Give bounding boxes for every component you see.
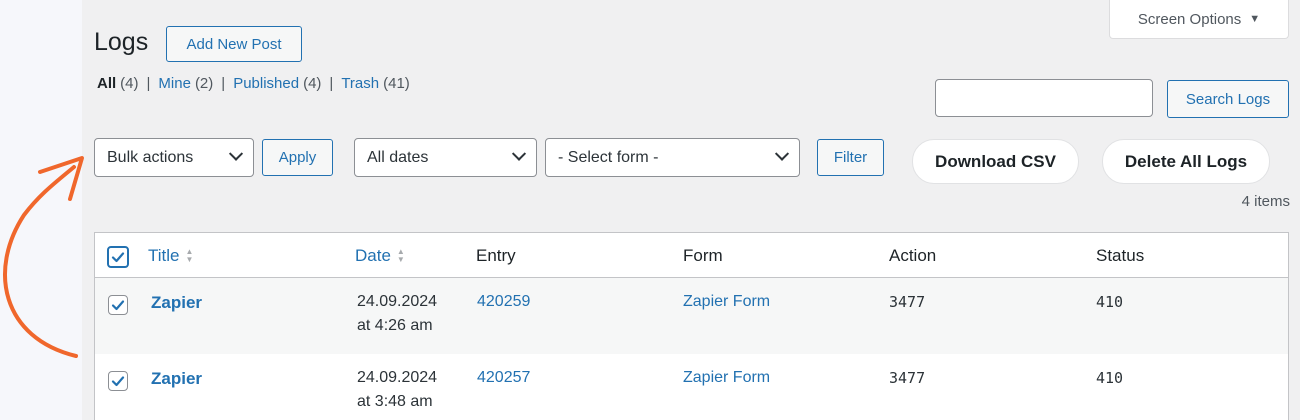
column-title-header[interactable]: Title ▲ ▼ [148,246,193,266]
view-filters: All (4) | Mine (2) | Published (4) | Tra… [97,75,410,92]
row-title-link[interactable]: Zapier [151,369,202,389]
add-new-post-button[interactable]: Add New Post [166,26,302,62]
view-all-label[interactable]: All [97,75,116,92]
bulk-actions-select[interactable]: Bulk actions [94,138,254,177]
column-date-header[interactable]: Date ▲ ▼ [355,246,405,266]
view-published-link[interactable]: Published [233,75,299,92]
column-date-label: Date [355,246,391,265]
filter-button[interactable]: Filter [817,139,884,176]
view-separator: | [146,75,151,92]
checkmark-icon [111,300,125,311]
row-entry-link[interactable]: 420257 [477,369,530,387]
table-row: Zapier 24.09.2024 at 4:26 am 420259 Zapi… [95,278,1288,354]
items-count: 4 items [1241,193,1290,210]
view-mine-count: (2) [194,75,214,92]
delete-all-logs-button[interactable]: Delete All Logs [1102,139,1270,184]
form-select-value: - Select form - [558,148,659,166]
row-date: 24.09.2024 at 4:26 am [357,290,437,338]
screen-options-button[interactable]: Screen Options ▼ [1109,0,1289,39]
row-date-line1: 24.09.2024 [357,369,438,386]
view-mine-link[interactable]: Mine [158,75,191,92]
row-date-line1: 24.09.2024 [357,293,438,310]
dates-select[interactable]: All dates [354,138,537,177]
view-published-count: (4) [303,75,322,92]
row-action: 3477 [889,293,926,311]
row-form-link[interactable]: Zapier Form [683,369,770,387]
view-trash-link[interactable]: Trash [341,75,379,92]
table-header: Title ▲ ▼ Date ▲ ▼ Entry Form Action Statu… [95,233,1288,278]
page-title: Logs [94,28,149,56]
row-action: 3477 [889,369,926,387]
chevron-down-icon [511,146,527,161]
screen-options-label: Screen Options [1137,10,1242,28]
row-date-line2: at 3:48 am [357,393,433,410]
row-status: 410 [1096,293,1124,311]
row-status: 410 [1096,369,1124,387]
chevron-down-icon [774,146,790,161]
sort-arrows-icon: ▲ ▼ [396,247,405,264]
select-all-checkbox[interactable] [107,246,129,268]
checkmark-icon [111,376,125,387]
row-title-link[interactable]: Zapier [151,293,202,313]
form-select[interactable]: - Select form - [545,138,800,177]
table-row: Zapier 24.09.2024 at 3:48 am 420257 Zapi… [95,354,1288,420]
column-status-header: Status [1096,246,1145,265]
sort-arrows-icon: ▲ ▼ [185,247,194,264]
row-checkbox[interactable] [108,295,128,315]
chevron-down-icon [228,146,244,161]
row-entry-link[interactable]: 420259 [477,293,530,311]
checkmark-icon [111,252,125,263]
column-title-label: Title [148,246,180,265]
screen-options-triangle-icon: ▼ [1249,13,1261,25]
view-all-count: (4) [120,75,139,92]
search-logs-button[interactable]: Search Logs [1167,80,1289,118]
logs-table: Title ▲ ▼ Date ▲ ▼ Entry Form Action Statu… [94,232,1289,420]
apply-button[interactable]: Apply [262,139,333,176]
view-separator: | [329,75,334,92]
dates-value: All dates [367,148,429,166]
view-trash-count: (41) [383,75,410,92]
column-entry-header: Entry [476,246,516,265]
view-separator: | [221,75,226,92]
column-action-header: Action [889,246,937,265]
search-input[interactable] [935,79,1153,117]
download-csv-button[interactable]: Download CSV [912,139,1079,184]
row-date-line2: at 4:26 am [357,317,433,334]
bulk-actions-value: Bulk actions [107,148,194,166]
row-checkbox[interactable] [108,371,128,391]
row-date: 24.09.2024 at 3:48 am [357,366,437,414]
column-form-header: Form [683,246,723,265]
row-form-link[interactable]: Zapier Form [683,293,770,311]
